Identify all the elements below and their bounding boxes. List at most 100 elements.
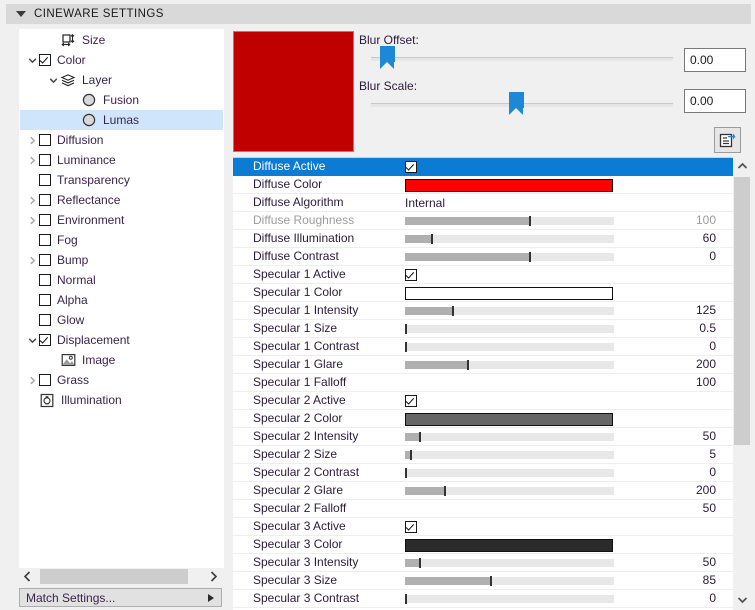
property-value[interactable]: 200 [696, 357, 716, 371]
property-slider[interactable] [405, 464, 614, 482]
triangle-down-icon[interactable] [16, 11, 26, 17]
chevron-right-icon[interactable] [25, 136, 39, 145]
blur-offset-slider[interactable] [371, 46, 673, 69]
chevron-right-icon[interactable] [205, 568, 222, 585]
chevron-down-icon[interactable] [46, 76, 60, 85]
property-row[interactable]: Specular 3 Active [233, 518, 733, 536]
chevron-up-icon[interactable] [733, 157, 751, 175]
property-checkbox[interactable] [405, 266, 417, 284]
property-row[interactable]: Specular 1 Intensity 125 [233, 302, 733, 320]
property-row[interactable]: Specular 3 Contrast 0 [233, 590, 733, 608]
tree-item-luminance[interactable]: Luminance [20, 150, 223, 170]
property-checkbox[interactable] [405, 518, 417, 536]
property-row[interactable]: Diffuse Contrast 0 [233, 248, 733, 266]
property-color-swatch[interactable] [405, 410, 613, 428]
slider-track[interactable] [405, 324, 614, 334]
property-value[interactable]: 50 [703, 501, 716, 515]
slider-track[interactable] [405, 234, 614, 244]
tree-checkbox-grass[interactable] [39, 374, 51, 386]
tree-item-image[interactable]: Image [20, 350, 223, 370]
tree-item-lumas[interactable]: Lumas [20, 110, 223, 130]
property-slider[interactable] [405, 248, 614, 266]
property-slider[interactable] [405, 320, 614, 338]
slider-handle[interactable] [410, 450, 413, 460]
window-titlebar[interactable]: CINEWARE SETTINGS [6, 4, 751, 24]
property-list-scroll-thumb[interactable] [734, 177, 750, 445]
slider-track[interactable] [405, 576, 614, 586]
tree-item-fog[interactable]: Fog [20, 230, 223, 250]
tree-item-fusion[interactable]: Fusion [20, 90, 223, 110]
blur-scale-handle[interactable] [508, 92, 524, 115]
property-row[interactable]: Specular 3 Color [233, 536, 733, 554]
slider-track[interactable] [405, 486, 614, 496]
property-slider[interactable] [405, 428, 614, 446]
tree-item-bump[interactable]: Bump [20, 250, 223, 270]
tree-checkbox-environment[interactable] [39, 214, 51, 226]
chevron-right-icon[interactable] [25, 256, 39, 265]
chevron-down-icon[interactable] [733, 591, 751, 609]
slider-handle[interactable] [443, 486, 446, 496]
property-value[interactable]: 5 [709, 447, 716, 461]
tree-checkbox-reflectance[interactable] [39, 194, 51, 206]
tree-checkbox-fog[interactable] [39, 234, 51, 246]
slider-handle[interactable] [529, 252, 532, 262]
blur-scale-slider[interactable] [371, 92, 673, 115]
property-value[interactable]: 125 [696, 303, 716, 317]
slider-handle[interactable] [489, 576, 492, 586]
chevron-right-icon[interactable] [25, 376, 39, 385]
match-settings-button[interactable]: Match Settings... [19, 588, 222, 607]
checkbox[interactable] [405, 269, 417, 281]
tree-checkbox-luminance[interactable] [39, 154, 51, 166]
slider-track[interactable] [405, 216, 614, 226]
tree-item-normal[interactable]: Normal [20, 270, 223, 290]
tree-item-layer[interactable]: Layer [20, 70, 223, 90]
tree-checkbox-transparency[interactable] [39, 174, 51, 186]
property-list-scrollbar[interactable] [733, 157, 751, 609]
property-value[interactable]: 60 [703, 231, 716, 245]
tree-item-displacement[interactable]: Displacement [20, 330, 223, 350]
property-slider[interactable] [405, 446, 614, 464]
tree-checkbox-normal[interactable] [39, 274, 51, 286]
tree-checkbox-glow[interactable] [39, 314, 51, 326]
slider-handle[interactable] [405, 342, 407, 352]
property-value[interactable]: 50 [703, 429, 716, 443]
checkbox[interactable] [405, 395, 417, 407]
property-slider[interactable] [405, 356, 614, 374]
checkbox[interactable] [405, 521, 417, 533]
property-row[interactable]: Specular 2 Contrast 0 [233, 464, 733, 482]
slider-track[interactable] [405, 468, 614, 478]
property-row[interactable]: Diffuse Active [233, 158, 733, 176]
property-row[interactable]: Specular 2 Falloff 50 [233, 500, 733, 518]
tree-checkbox-displacement[interactable] [39, 334, 51, 346]
blur-offset-handle[interactable] [379, 46, 395, 69]
tree-scroll-thumb[interactable] [40, 569, 188, 584]
copy-to-document-button[interactable] [714, 127, 741, 153]
slider-track[interactable] [405, 558, 614, 568]
property-value[interactable]: 0 [709, 339, 716, 353]
slider-track[interactable] [405, 306, 614, 316]
slider-track[interactable] [405, 450, 614, 460]
property-slider[interactable] [405, 482, 614, 500]
property-row[interactable]: Specular 1 Color [233, 284, 733, 302]
property-row[interactable]: Specular 2 Active [233, 392, 733, 410]
property-row[interactable]: Specular 1 Contrast 0 [233, 338, 733, 356]
tree-item-alpha[interactable]: Alpha [20, 290, 223, 310]
tree-checkbox-color[interactable] [39, 54, 51, 66]
property-row[interactable]: Specular 1 Falloff 100 [233, 374, 733, 392]
tree-item-grass[interactable]: Grass [20, 370, 223, 390]
slider-handle[interactable] [405, 324, 407, 334]
checkbox[interactable] [405, 161, 417, 173]
tree-item-glow[interactable]: Glow [20, 310, 223, 330]
slider-handle[interactable] [405, 468, 407, 478]
property-value[interactable]: 85 [703, 573, 716, 587]
property-color-swatch[interactable] [405, 284, 613, 302]
tree-scroll-trough[interactable] [36, 568, 205, 585]
chevron-down-icon[interactable] [25, 336, 39, 345]
property-value[interactable]: 0 [709, 591, 716, 605]
material-channel-tree[interactable]: Size Color Layer Fusion Lumas Diffusion Lumina… [19, 29, 224, 568]
material-preview-swatch[interactable] [233, 31, 354, 152]
property-checkbox[interactable] [405, 392, 417, 410]
property-color-swatch[interactable] [405, 176, 613, 194]
tree-horizontal-scrollbar[interactable] [19, 568, 222, 585]
property-row[interactable]: Diffuse Color [233, 176, 733, 194]
